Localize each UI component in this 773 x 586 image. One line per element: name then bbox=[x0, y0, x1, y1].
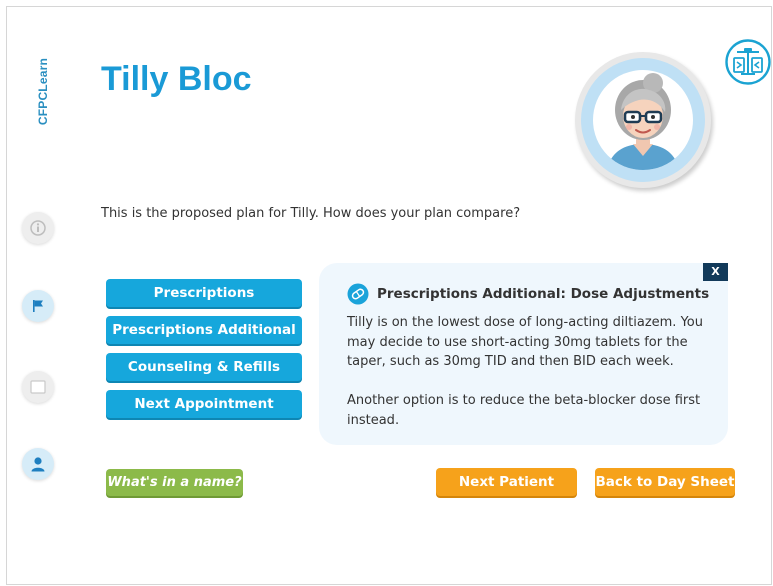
profile-button[interactable] bbox=[22, 448, 54, 480]
elderly-woman-portrait bbox=[607, 73, 679, 170]
close-panel-button[interactable]: X bbox=[703, 263, 728, 281]
tab-prescriptions-additional[interactable]: Prescriptions Additional bbox=[106, 316, 302, 344]
panel-header-icon bbox=[347, 283, 369, 305]
flag-icon bbox=[33, 300, 43, 312]
panel-paragraph: Another option is to reduce the beta-blo… bbox=[347, 393, 701, 428]
panel-body: Tilly is on the lowest dose of long-acti… bbox=[347, 313, 717, 430]
user-icon bbox=[31, 457, 45, 472]
back-to-day-sheet-button[interactable]: Back to Day Sheet bbox=[595, 468, 735, 496]
patient-name: Tilly Bloc bbox=[101, 60, 252, 98]
panel-paragraph: Tilly is on the lowest dose of long-acti… bbox=[347, 315, 703, 369]
brand-name: CFPCLearn bbox=[36, 58, 50, 126]
notes-button[interactable] bbox=[22, 371, 54, 403]
whats-in-a-name-button[interactable]: What's in a name? bbox=[106, 469, 243, 496]
tab-counseling-refills[interactable]: Counseling & Refills bbox=[106, 353, 302, 381]
tab-next-appointment[interactable]: Next Appointment bbox=[106, 390, 302, 418]
pills-icon bbox=[347, 283, 369, 305]
info-icon bbox=[30, 220, 46, 236]
patient-avatar bbox=[575, 52, 711, 188]
info-button[interactable] bbox=[22, 212, 54, 244]
plan-flag-button[interactable] bbox=[22, 290, 54, 322]
panel-title: Prescriptions Additional: Dose Adjustmen… bbox=[377, 286, 710, 302]
next-patient-button[interactable]: Next Patient bbox=[436, 468, 577, 496]
brand-logo: CFPCLearn bbox=[20, 58, 52, 138]
scale-icon bbox=[725, 39, 771, 85]
tab-prescriptions[interactable]: Prescriptions bbox=[106, 279, 302, 307]
plan-prompt: This is the proposed plan for Tilly. How… bbox=[101, 206, 521, 221]
notes-icon bbox=[30, 380, 46, 394]
compare-scale-button[interactable] bbox=[724, 38, 772, 86]
